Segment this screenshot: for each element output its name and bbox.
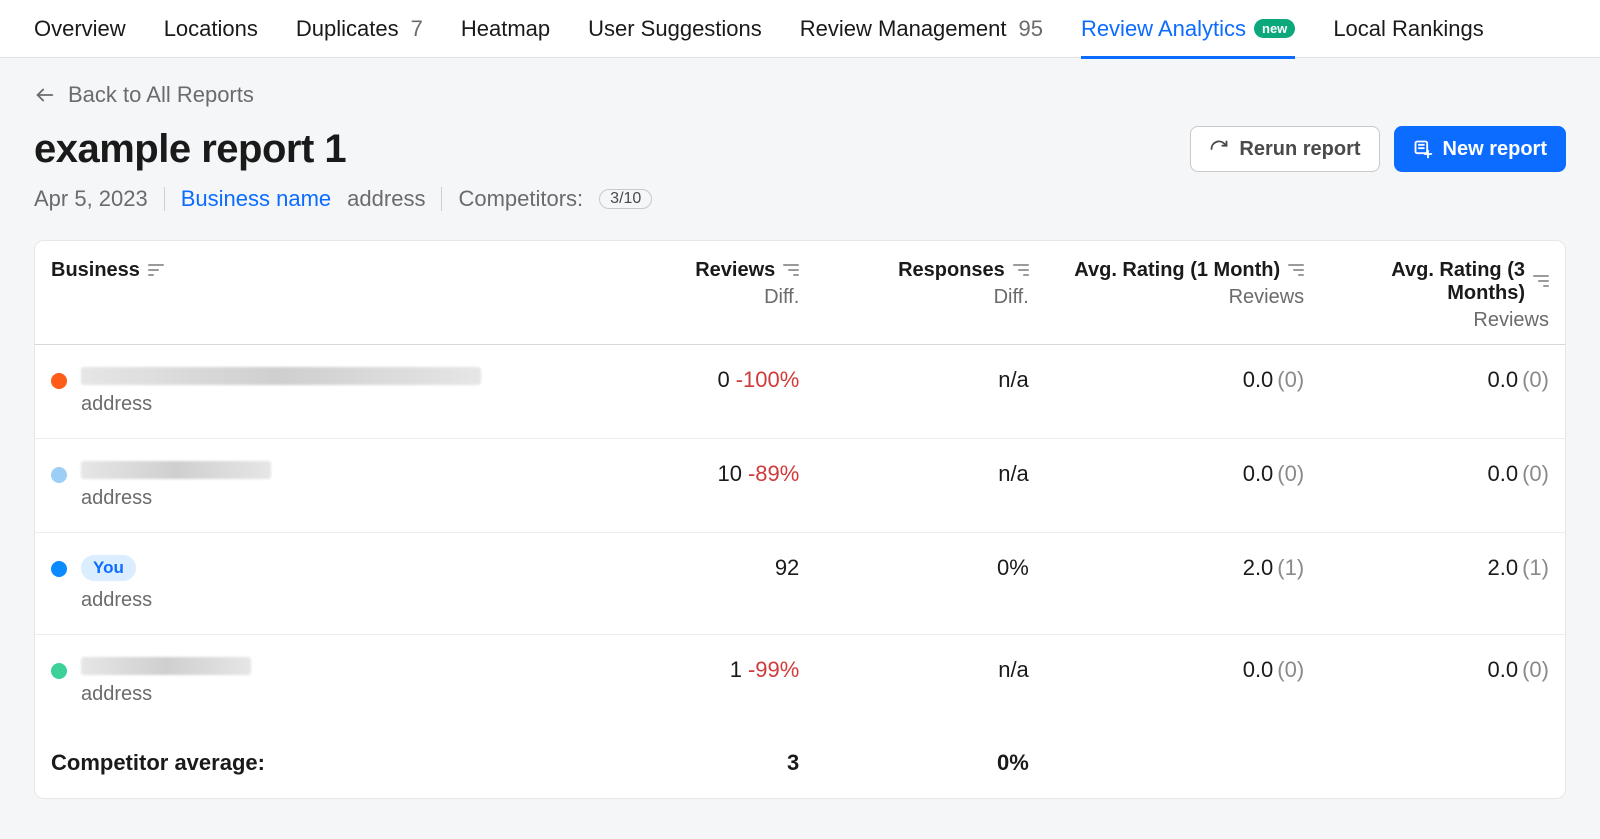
avg3-value: 0.0 bbox=[1488, 367, 1519, 392]
avg3-value: 2.0 bbox=[1488, 555, 1519, 580]
new-report-button[interactable]: New report bbox=[1394, 126, 1566, 172]
redacted-name bbox=[81, 461, 271, 479]
report-meta: Apr 5, 2023 Business name address Compet… bbox=[34, 186, 1566, 212]
table-row: address10-89%n/a0.0(0)0.0(0) bbox=[35, 439, 1565, 533]
business-name-link[interactable]: Business name bbox=[181, 186, 331, 212]
footer-label: Competitor average: bbox=[35, 728, 586, 798]
col-header-avg-3m[interactable]: Avg. Rating (3 Months) Reviews bbox=[1320, 241, 1565, 345]
avg3-value: 0.0 bbox=[1488, 657, 1519, 682]
tab-review-management[interactable]: Review Management95 bbox=[800, 0, 1043, 58]
avg1-value: 0.0 bbox=[1243, 461, 1274, 486]
sort-icon bbox=[1288, 264, 1304, 278]
redacted-name bbox=[81, 657, 251, 675]
new-report-icon bbox=[1413, 139, 1433, 159]
reviews-value: 10 bbox=[717, 461, 741, 486]
color-dot bbox=[51, 373, 67, 389]
row-address: address bbox=[81, 683, 251, 706]
sort-icon bbox=[148, 264, 164, 278]
business-address: address bbox=[347, 186, 425, 212]
reviews-value: 92 bbox=[775, 555, 799, 580]
back-link[interactable]: Back to All Reports bbox=[34, 82, 254, 108]
responses-value: n/a bbox=[998, 461, 1029, 486]
color-dot bbox=[51, 467, 67, 483]
back-link-label: Back to All Reports bbox=[68, 82, 254, 108]
footer-reviews: 3 bbox=[586, 728, 816, 798]
responses-value: n/a bbox=[998, 657, 1029, 682]
color-dot bbox=[51, 663, 67, 679]
avg3-count: (0) bbox=[1522, 367, 1549, 392]
row-address: address bbox=[81, 487, 271, 510]
sort-icon bbox=[783, 264, 799, 278]
sort-icon bbox=[1013, 264, 1029, 278]
reviews-diff: -100% bbox=[736, 367, 800, 392]
you-badge: You bbox=[81, 555, 136, 581]
tab-overview[interactable]: Overview bbox=[34, 0, 126, 58]
responses-value: 0% bbox=[997, 555, 1029, 580]
row-address: address bbox=[81, 393, 481, 416]
avg1-count: (1) bbox=[1277, 555, 1304, 580]
reviews-value: 0 bbox=[717, 367, 729, 392]
sort-icon bbox=[1533, 275, 1549, 289]
tab-heatmap[interactable]: Heatmap bbox=[461, 0, 550, 58]
reviews-diff: -99% bbox=[748, 657, 799, 682]
tab-duplicates[interactable]: Duplicates7 bbox=[296, 0, 423, 58]
avg1-value: 2.0 bbox=[1243, 555, 1274, 580]
col-header-reviews[interactable]: Reviews Diff. bbox=[586, 241, 816, 345]
competitors-chip[interactable]: 3/10 bbox=[599, 189, 652, 209]
arrow-left-icon bbox=[34, 84, 56, 106]
page-title: example report 1 bbox=[34, 127, 346, 172]
reviews-diff: -89% bbox=[748, 461, 799, 486]
avg1-count: (0) bbox=[1277, 461, 1304, 486]
report-table-card: Business Reviews Diff. Responses Diff. A… bbox=[34, 240, 1566, 799]
table-footer-row: Competitor average: 3 0% bbox=[35, 728, 1565, 798]
avg1-count: (0) bbox=[1277, 657, 1304, 682]
avg3-count: (1) bbox=[1522, 555, 1549, 580]
table-row: address1-99%n/a0.0(0)0.0(0) bbox=[35, 635, 1565, 729]
competitors-label: Competitors: bbox=[458, 186, 583, 212]
col-header-business[interactable]: Business bbox=[35, 241, 586, 345]
tab-review-analytics[interactable]: Review Analyticsnew bbox=[1081, 0, 1295, 58]
avg1-value: 0.0 bbox=[1243, 657, 1274, 682]
avg3-count: (0) bbox=[1522, 657, 1549, 682]
row-address: address bbox=[81, 589, 152, 612]
color-dot bbox=[51, 561, 67, 577]
reviews-value: 1 bbox=[730, 657, 742, 682]
badge-new: new bbox=[1254, 19, 1295, 38]
col-header-responses[interactable]: Responses Diff. bbox=[815, 241, 1045, 345]
report-table: Business Reviews Diff. Responses Diff. A… bbox=[35, 241, 1565, 798]
refresh-icon bbox=[1209, 139, 1229, 159]
top-nav: Overview Locations Duplicates7 Heatmap U… bbox=[0, 0, 1600, 58]
separator bbox=[164, 187, 165, 211]
footer-responses: 0% bbox=[815, 728, 1045, 798]
avg3-count: (0) bbox=[1522, 461, 1549, 486]
table-row: Youaddress920%2.0(1)2.0(1) bbox=[35, 533, 1565, 635]
tab-local-rankings[interactable]: Local Rankings bbox=[1333, 0, 1483, 58]
redacted-name bbox=[81, 367, 481, 385]
avg3-value: 0.0 bbox=[1488, 461, 1519, 486]
avg1-value: 0.0 bbox=[1243, 367, 1274, 392]
separator bbox=[441, 187, 442, 211]
table-row: address0-100%n/a0.0(0)0.0(0) bbox=[35, 345, 1565, 439]
avg1-count: (0) bbox=[1277, 367, 1304, 392]
tab-locations[interactable]: Locations bbox=[164, 0, 258, 58]
rerun-report-button[interactable]: Rerun report bbox=[1190, 126, 1379, 172]
responses-value: n/a bbox=[998, 367, 1029, 392]
tab-user-suggestions[interactable]: User Suggestions bbox=[588, 0, 762, 58]
report-date: Apr 5, 2023 bbox=[34, 186, 148, 212]
col-header-avg-1m[interactable]: Avg. Rating (1 Month) Reviews bbox=[1045, 241, 1320, 345]
